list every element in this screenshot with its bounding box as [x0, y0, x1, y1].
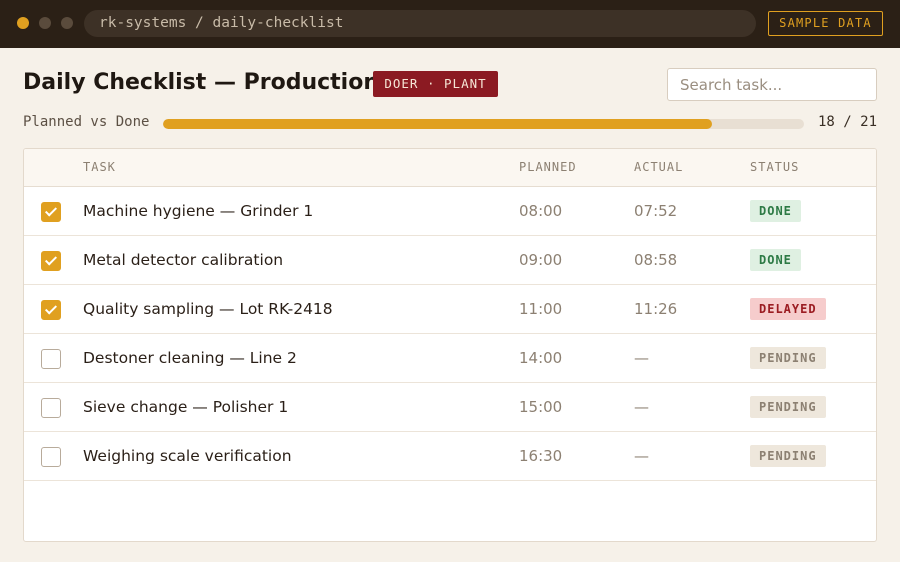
window-dot[interactable]	[39, 17, 51, 29]
table-row[interactable]: Quality sampling — Lot RK-2418 11:00 11:…	[24, 285, 876, 334]
task-checkbox[interactable]	[41, 447, 61, 467]
status-badge: DELAYED	[750, 298, 826, 320]
check-icon	[44, 302, 58, 315]
planned-time: 11:00	[519, 300, 563, 318]
task-name: Sieve change — Polisher 1	[83, 398, 289, 416]
task-name: Machine hygiene — Grinder 1	[83, 202, 314, 220]
planned-time: 16:30	[519, 447, 563, 465]
actual-time: 07:52	[634, 202, 678, 220]
table-header: TASK PLANNED ACTUAL STATUS	[24, 149, 876, 187]
actual-time: 08:58	[634, 251, 678, 269]
task-name: Metal detector calibration	[83, 251, 284, 269]
progress-label: Planned vs Done	[23, 114, 150, 130]
actual-time: —	[634, 349, 649, 367]
progress-fill	[163, 119, 713, 129]
task-checkbox[interactable]	[41, 251, 61, 271]
status-badge: PENDING	[750, 445, 826, 467]
progress-count: 18 / 21	[818, 114, 878, 130]
path-bar[interactable]: rk-systems / daily-checklist	[84, 10, 756, 37]
window-dot-active[interactable]	[17, 17, 29, 29]
status-badge: DONE	[750, 200, 801, 222]
planned-time: 08:00	[519, 202, 563, 220]
table-row[interactable]: Weighing scale verification 16:30 — PEND…	[24, 432, 876, 481]
task-name: Weighing scale verification	[83, 447, 292, 465]
status-badge: PENDING	[750, 347, 826, 369]
actual-time: —	[634, 447, 649, 465]
search-input[interactable]	[667, 68, 877, 101]
table-row[interactable]: Metal detector calibration 09:00 08:58 D…	[24, 236, 876, 285]
window-dot[interactable]	[61, 17, 73, 29]
planned-time: 09:00	[519, 251, 563, 269]
top-bar: rk-systems / daily-checklist SAMPLE DATA	[0, 0, 900, 48]
table-row[interactable]: Machine hygiene — Grinder 1 08:00 07:52 …	[24, 187, 876, 236]
page-title: Daily Checklist — Production	[23, 70, 379, 95]
sample-data-button[interactable]: SAMPLE DATA	[768, 11, 883, 36]
column-header-status[interactable]: STATUS	[750, 160, 799, 174]
role-badge: DOER · PLANT	[373, 71, 498, 97]
planned-time: 14:00	[519, 349, 563, 367]
planned-time: 15:00	[519, 398, 563, 416]
task-checkbox[interactable]	[41, 300, 61, 320]
table-row[interactable]: Destoner cleaning — Line 2 14:00 — PENDI…	[24, 334, 876, 383]
column-header-actual[interactable]: ACTUAL	[634, 160, 683, 174]
status-badge: DONE	[750, 249, 801, 271]
task-checkbox[interactable]	[41, 398, 61, 418]
actual-time: —	[634, 398, 649, 416]
column-header-task[interactable]: TASK	[83, 160, 116, 174]
task-name: Quality sampling — Lot RK-2418	[83, 300, 333, 318]
table-row[interactable]: Sieve change — Polisher 1 15:00 — PENDIN…	[24, 383, 876, 432]
progress-bar	[163, 119, 804, 129]
column-header-planned[interactable]: PLANNED	[519, 160, 577, 174]
task-checkbox[interactable]	[41, 349, 61, 369]
status-badge: PENDING	[750, 396, 826, 418]
check-icon	[44, 204, 58, 217]
actual-time: 11:26	[634, 300, 678, 318]
task-name: Destoner cleaning — Line 2	[83, 349, 297, 367]
task-checkbox[interactable]	[41, 202, 61, 222]
checklist-table: TASK PLANNED ACTUAL STATUS Machine hygie…	[23, 148, 877, 542]
check-icon	[44, 253, 58, 266]
